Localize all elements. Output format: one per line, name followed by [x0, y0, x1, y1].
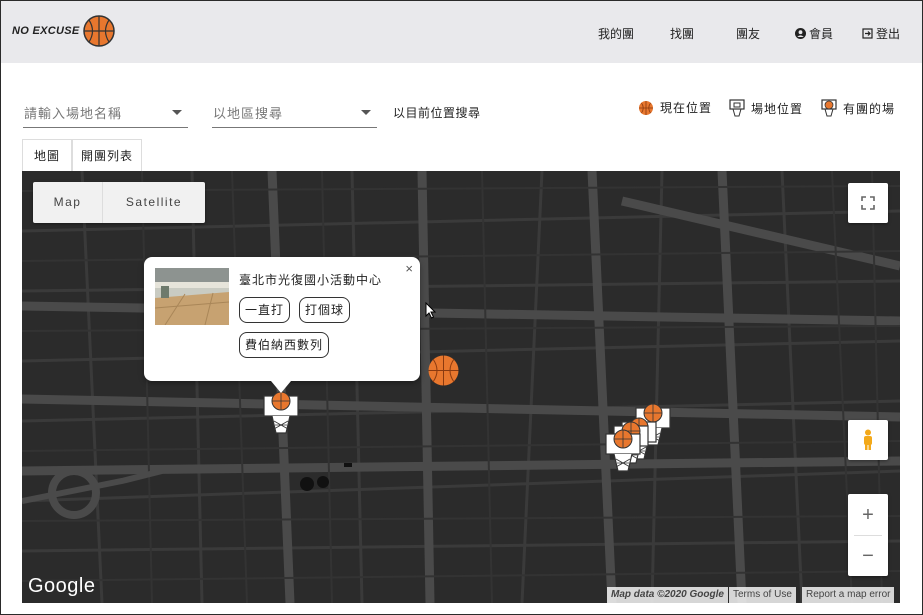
- close-icon[interactable]: ×: [405, 261, 413, 276]
- chevron-down-icon: [172, 110, 182, 115]
- venue-marker-with-group-icon[interactable]: [604, 429, 642, 473]
- region-placeholder: 以地區搜尋: [213, 106, 284, 121]
- tab-map[interactable]: 地圖: [22, 139, 72, 172]
- nav-my-groups-label: 我的團: [598, 27, 635, 41]
- top-navbar: NO EXCUSE 我的團 找團 團友 會員 登出: [1, 1, 922, 63]
- group-chip[interactable]: 打個球: [299, 297, 351, 323]
- zoom-control: + −: [848, 494, 888, 576]
- map-data-attribution: Map data ©2020 Google: [607, 587, 728, 603]
- view-tabs: 地圖 開團列表: [22, 139, 143, 172]
- fullscreen-button[interactable]: [848, 183, 888, 223]
- legend-venue-position: 場地位置: [729, 99, 803, 117]
- chevron-down-icon: [361, 110, 371, 115]
- region-select[interactable]: 以地區搜尋: [212, 97, 377, 128]
- hoop-icon: [729, 99, 745, 117]
- current-position-basketball-icon[interactable]: [427, 354, 460, 387]
- basketball-logo-icon: [82, 15, 115, 47]
- mouse-cursor-icon: [425, 302, 437, 319]
- fullscreen-icon: [861, 196, 875, 210]
- legend-current-position-label: 現在位置: [660, 101, 713, 115]
- logout-icon: [862, 28, 873, 39]
- nav-logout[interactable]: 登出: [862, 25, 900, 42]
- nav-friends[interactable]: 團友: [736, 25, 760, 42]
- legend-has-group: 有團的場: [821, 99, 895, 117]
- logo-text: NO EXCUSE: [12, 25, 80, 37]
- logo[interactable]: NO EXCUSE: [12, 11, 116, 51]
- venue-info-window: 臺北市光復國小活動中心 × 一直打 打個球 費伯納西數列: [144, 257, 420, 393]
- nav-member-label: 會員: [809, 27, 834, 41]
- legend-current-position: 現在位置: [638, 99, 712, 116]
- map-streets: [22, 171, 900, 603]
- zoom-out-button[interactable]: −: [848, 536, 888, 576]
- group-chip[interactable]: 一直打: [239, 297, 291, 323]
- google-logo: Google: [28, 575, 96, 597]
- report-map-error-link[interactable]: Report a map error: [802, 587, 895, 603]
- venue-photo: [155, 268, 229, 325]
- venue-name: 臺北市光復國小活動中心: [239, 273, 383, 287]
- map-type-control: Map Satellite: [33, 182, 205, 223]
- street-view-pegman-button[interactable]: [848, 420, 888, 460]
- pegman-icon: [864, 429, 872, 450]
- nav-logout-label: 登出: [876, 27, 901, 41]
- map-type-map-button[interactable]: Map: [33, 182, 103, 223]
- search-by-location-button[interactable]: 以目前位置搜尋: [393, 104, 481, 121]
- venue-name-placeholder: 請輸入場地名稱: [24, 106, 123, 121]
- group-chip[interactable]: 費伯納西數列: [239, 332, 330, 358]
- nav-find-groups[interactable]: 找團: [670, 25, 694, 42]
- google-map[interactable]: Map Satellite + − 臺北市光復國小活動中心 × 一直打 打個球 …: [22, 171, 900, 603]
- tab-group-list[interactable]: 開團列表: [72, 139, 143, 172]
- map-type-satellite-button[interactable]: Satellite: [103, 182, 205, 223]
- basketball-icon: [639, 100, 653, 115]
- nav-find-groups-label: 找團: [670, 27, 695, 41]
- nav-my-groups[interactable]: 我的團: [598, 25, 634, 42]
- nav-member[interactable]: 會員: [795, 25, 833, 42]
- user-circle-icon: [795, 28, 806, 39]
- venue-name-select[interactable]: 請輸入場地名稱: [23, 97, 188, 128]
- hoop-with-ball-icon: [821, 99, 837, 117]
- legend-venue-position-label: 場地位置: [751, 101, 804, 116]
- venue-marker-with-group-icon[interactable]: [262, 391, 300, 435]
- terms-of-use-link[interactable]: Terms of Use: [729, 587, 796, 603]
- nav-friends-label: 團友: [736, 27, 761, 41]
- zoom-in-button[interactable]: +: [848, 495, 888, 535]
- legend-has-group-label: 有團的場: [843, 101, 896, 116]
